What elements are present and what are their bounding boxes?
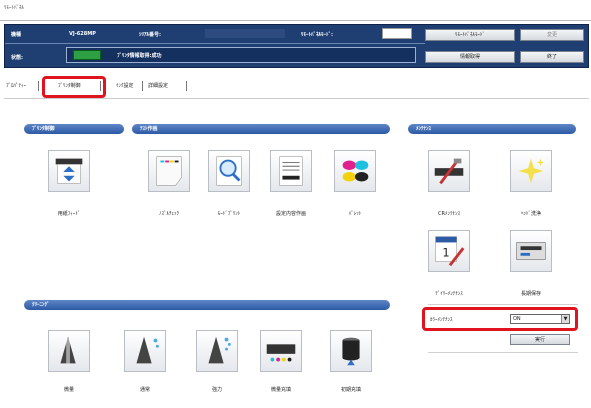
section-cleaning: ｸﾘｰﾆﾝｸﾞ <box>24 300 390 310</box>
tab-property[interactable]: ﾌﾟﾛﾊﾟﾃｨｰ <box>6 82 26 89</box>
window-title: ﾘﾓｰﾄﾊﾟﾈﾙ <box>4 5 25 11</box>
media-feed-caption: 用紙ﾌｨｰﾄﾞ <box>57 211 81 217</box>
remote-panel-mode-button[interactable]: ﾘﾓｰﾄﾊﾟﾈﾙﾓｰﾄﾞ <box>425 29 515 41</box>
mode-print-caption: ﾓｰﾄﾞﾌﾟﾘﾝﾄ <box>217 211 241 217</box>
serial-label: ｼﾘｱﾙ番号: <box>139 32 161 38</box>
cleaning-strong-icon[interactable] <box>196 330 238 372</box>
cleaning-light-icon[interactable] <box>48 330 90 372</box>
daily-maintenance-caption: ﾃﾞｲﾘｰﾒﾝﾃﾅﾝｽ <box>435 291 463 297</box>
section-maintenance: ﾒﾝﾃﾅﾝｽ <box>408 124 576 134</box>
ink-fill-small-caption: 微量充填 <box>270 387 291 393</box>
palette-caption: ﾊﾟﾚｯﾄ <box>348 211 362 217</box>
tab-separator <box>38 81 39 91</box>
daily-maintenance-icon[interactable]: 1 <box>428 230 470 272</box>
head-wash-icon[interactable] <box>510 150 552 192</box>
long-storage-icon[interactable] <box>510 230 552 272</box>
color-maintenance-divider <box>428 304 578 305</box>
status-field: ﾌﾟﾘﾝﾀ情報取得:成功 <box>66 47 416 63</box>
palette-icon[interactable] <box>334 150 376 192</box>
initial-fill-icon[interactable] <box>330 330 372 372</box>
execute-divider <box>428 352 578 353</box>
nozzle-check-caption: ﾉｽﾞﾙﾁｪｯｸ <box>158 211 179 217</box>
tab-separator <box>142 81 143 91</box>
cleaning-light-caption: 微量 <box>63 387 74 393</box>
info-divider <box>5 43 425 44</box>
ink-fill-small-icon[interactable] <box>260 330 302 372</box>
model-value: VJ-628MP <box>69 31 96 37</box>
media-feed-icon[interactable] <box>48 150 90 192</box>
panel-mode-label: ﾘﾓｰﾄﾊﾟﾈﾙﾓｰﾄﾞ: <box>301 32 334 38</box>
settings-print-icon[interactable] <box>270 150 312 192</box>
titlebar-divider <box>0 20 591 21</box>
status-indicator <box>73 50 101 60</box>
exit-button[interactable]: 終了 <box>520 51 584 63</box>
model-label: 機種 <box>11 32 22 38</box>
section-test-print: ﾃｽﾄ作画 <box>132 124 390 134</box>
highlight-color-maintenance <box>422 307 578 331</box>
cr-maintenance-icon[interactable] <box>428 150 470 192</box>
get-info-button[interactable]: 情報取得 <box>425 51 515 63</box>
highlight-tab <box>42 76 106 98</box>
long-storage-caption: 長期保存 <box>520 291 541 297</box>
change-button[interactable]: 変更 <box>520 29 584 41</box>
nozzle-check-icon[interactable] <box>148 150 190 192</box>
state-label: 状態: <box>11 55 23 61</box>
svg-text:1: 1 <box>442 246 449 260</box>
head-wash-caption: ﾍｯﾄﾞ洗浄 <box>520 211 541 217</box>
section-printer-control: ﾌﾟﾘﾝﾀ制御 <box>24 124 124 134</box>
initial-fill-caption: 初期充填 <box>340 387 361 393</box>
serial-value-field <box>205 29 285 38</box>
state-value: ﾌﾟﾘﾝﾀ情報取得:成功 <box>117 53 162 59</box>
tab-separator <box>186 81 187 91</box>
cleaning-normal-icon[interactable] <box>124 330 166 372</box>
execute-button[interactable]: 実行 <box>510 334 570 345</box>
cr-maintenance-caption: CRﾒﾝﾃﾅﾝｽ <box>438 211 460 217</box>
window-titlebar: ﾘﾓｰﾄﾊﾟﾈﾙ <box>0 0 591 22</box>
tab-advanced-settings[interactable]: 詳細設定 <box>148 82 168 89</box>
tab-ink-settings[interactable]: ｲﾝｸ設定 <box>116 82 134 89</box>
panel-mode-field[interactable] <box>382 28 412 39</box>
settings-print-caption: 設定内容作画 <box>275 211 306 217</box>
cleaning-normal-caption: 通常 <box>139 387 150 393</box>
mode-print-icon[interactable] <box>208 150 250 192</box>
cleaning-strong-caption: 強力 <box>211 387 222 393</box>
